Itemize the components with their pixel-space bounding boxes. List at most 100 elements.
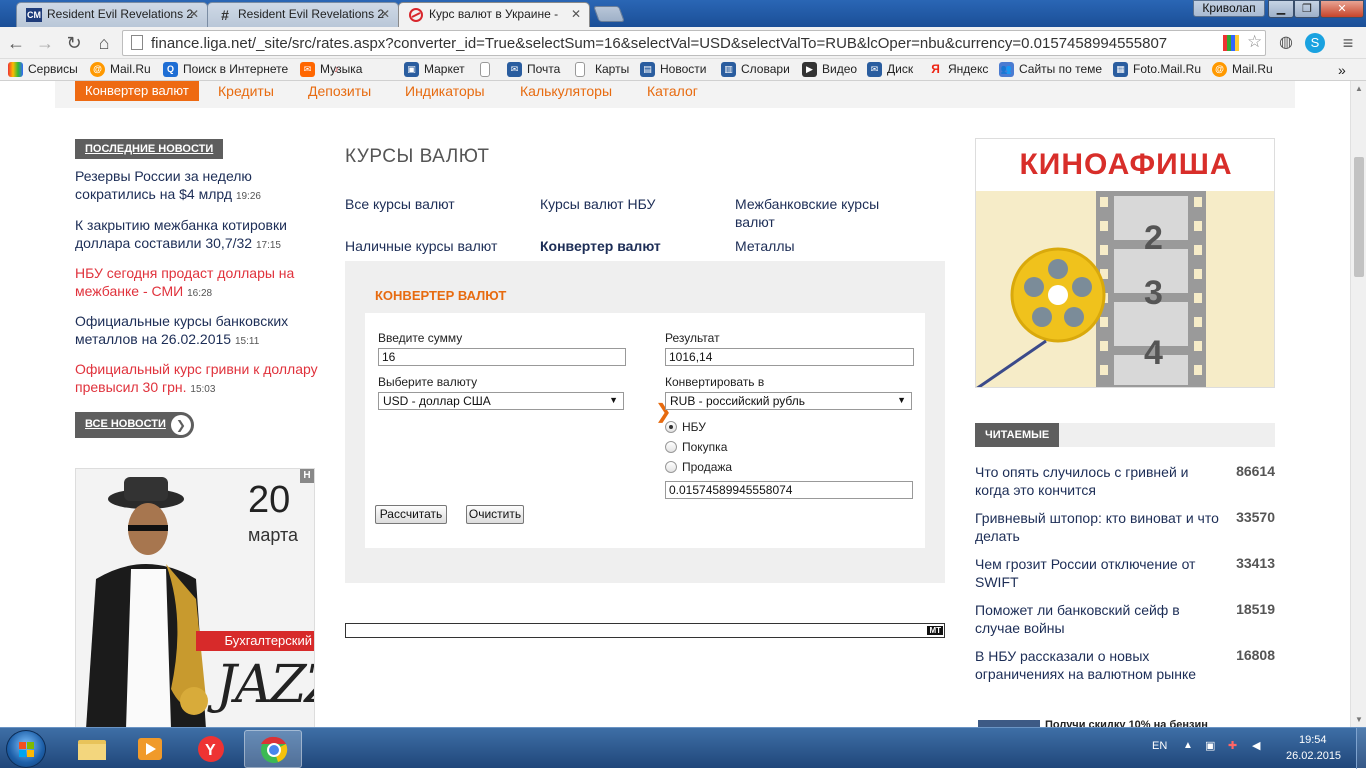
yandex-browser-taskbar-icon[interactable]: Y (182, 730, 240, 768)
home-icon[interactable]: ⌂ (92, 31, 116, 55)
news-item[interactable]: Официальные курсы банковских металлов на… (75, 312, 320, 351)
radio-sell[interactable]: Продажа (665, 460, 732, 474)
most-read-item[interactable]: Гривневый штопор: кто виноват и что дела… (975, 509, 1225, 545)
flag-icon[interactable]: ✚ (1228, 739, 1237, 752)
tab-resident-evil-2[interactable]: # Resident Evil Revelations 2 ✕ (207, 2, 399, 27)
bookmark-mailru-2[interactable]: @ Mail.Ru (1212, 62, 1273, 77)
language-indicator[interactable]: EN (1152, 740, 1167, 752)
bookmark-disk[interactable]: ✉ Диск (867, 62, 913, 77)
news-title[interactable]: Резервы России за неделю сократились на … (75, 168, 252, 202)
menu-icon[interactable]: ≡ (1336, 31, 1360, 55)
bookmark-maps[interactable]: Карты (575, 62, 629, 77)
nav-item-credits[interactable]: Кредиты (218, 83, 274, 99)
sum-input[interactable]: 16 (378, 348, 626, 366)
minimize-button[interactable]: ▁ (1268, 0, 1294, 18)
news-item[interactable]: НБУ сегодня продаст доллары на межбанке … (75, 264, 320, 303)
url-text[interactable]: finance.liga.net/_site/src/rates.aspx?co… (151, 35, 1221, 52)
bookmark-search[interactable]: Q Поиск в Интернете (163, 62, 288, 77)
kinoafisha-logo: КИНОАФИША (976, 139, 1274, 191)
maximize-button[interactable]: ❐ (1294, 0, 1320, 18)
bookmark-mailru[interactable]: @ Mail.Ru (90, 62, 151, 77)
rate-field[interactable]: 0.01574589945558074 (665, 481, 913, 499)
bookmark-video[interactable]: ▶ Видео (802, 62, 857, 77)
radio-unchecked-icon[interactable] (665, 441, 677, 453)
more-bookmarks-icon[interactable]: » (1338, 62, 1346, 78)
most-read-item[interactable]: Что опять случилось с гривней и когда эт… (975, 463, 1225, 499)
ad-strip[interactable]: MT (345, 623, 945, 638)
nav-item-converter[interactable]: Конвертер валют (75, 81, 199, 101)
media-player-taskbar-icon[interactable] (121, 730, 179, 768)
news-item[interactable]: Резервы России за неделю сократились на … (75, 167, 320, 206)
news-title[interactable]: НБУ сегодня продаст доллары на межбанке … (75, 265, 294, 299)
clock-date[interactable]: 26.02.2015 (1286, 750, 1341, 762)
most-read-item[interactable]: В НБУ рассказали о новых ограничениях на… (975, 647, 1225, 683)
network-icon[interactable]: ▣ (1205, 739, 1215, 752)
most-read-item[interactable]: Чем грозит России отключение от SWIFT (975, 555, 1225, 591)
bookmark-yandex[interactable]: Я Яндекс (928, 62, 988, 76)
kinoafisha-banner[interactable]: КИНОАФИША 2 3 4 (975, 138, 1275, 388)
globe-icon[interactable]: ◍ (1274, 31, 1298, 55)
scroll-up-arrow-icon[interactable]: ▲ (1355, 84, 1363, 93)
address-bar[interactable]: finance.liga.net/_site/src/rates.aspx?co… (122, 30, 1266, 56)
clock-time[interactable]: 19:54 (1299, 734, 1327, 746)
link-converter[interactable]: Конвертер валют (540, 237, 661, 255)
bookmark-news[interactable]: ▤ Новости (640, 62, 706, 77)
most-read-item[interactable]: Поможет ли банковский сейф в случае войн… (975, 601, 1225, 637)
scroll-down-arrow-icon[interactable]: ▼ (1355, 715, 1363, 724)
link-interbank-rates[interactable]: Межбанковские курсы валют (735, 195, 905, 231)
currency-select[interactable]: USD - доллар США ▼ (378, 392, 624, 410)
close-tab-icon[interactable]: ✕ (380, 7, 390, 21)
back-arrow-icon[interactable]: ← (4, 31, 28, 55)
page-icon (131, 35, 143, 50)
reload-icon[interactable]: ↻ (62, 31, 86, 55)
close-tab-icon[interactable]: ✕ (571, 7, 581, 21)
extension-icon[interactable] (1223, 35, 1239, 51)
bookmark-dictionaries[interactable]: ▥ Словари (721, 62, 790, 77)
profile-button[interactable]: Криволап (1193, 0, 1265, 17)
calculate-button[interactable]: Рассчитать (375, 505, 447, 524)
page-scrollbar[interactable]: ▲ ▼ (1350, 81, 1366, 727)
result-field[interactable]: 1016,14 (665, 348, 914, 366)
bookmark-foto-mailru[interactable]: ▦ Foto.Mail.Ru (1113, 62, 1201, 77)
nav-item-deposits[interactable]: Депозиты (308, 83, 371, 99)
scrollbar-thumb[interactable] (1354, 157, 1364, 277)
new-tab-button[interactable] (593, 6, 625, 22)
link-cash-rates[interactable]: Наличные курсы валют (345, 237, 497, 255)
nav-item-indicators[interactable]: Индикаторы (405, 83, 485, 99)
tab-currency-rates[interactable]: Курс валют в Украине - ✕ (398, 2, 590, 27)
promo-link[interactable]: Получи скидку 10% на бензин (1045, 719, 1208, 727)
convert-to-select[interactable]: RUB - российский рубль ▼ (665, 392, 912, 410)
jazz-ad-banner[interactable]: H 20 марта Бухгалтерский JAZZ (75, 468, 315, 727)
news-item[interactable]: К закрытию межбанка котировки доллара со… (75, 216, 320, 255)
chrome-taskbar-icon[interactable] (244, 730, 302, 768)
explorer-taskbar-icon[interactable] (62, 730, 120, 768)
nav-item-calculators[interactable]: Калькуляторы (520, 83, 612, 99)
skype-icon[interactable]: S (1305, 33, 1325, 53)
show-desktop-button[interactable] (1356, 728, 1366, 769)
nav-item-catalog[interactable]: Каталог (647, 83, 698, 99)
latest-news-tag[interactable]: ПОСЛЕДНИЕ НОВОСТИ (75, 139, 224, 159)
bookmark-star-icon[interactable]: ☆ (1247, 32, 1262, 52)
link-all-rates[interactable]: Все курсы валют (345, 195, 455, 213)
tab-resident-evil-1[interactable]: CM Resident Evil Revelations 2 ✕ (16, 2, 208, 27)
close-tab-icon[interactable]: ✕ (189, 7, 199, 21)
radio-buy[interactable]: Покупка (665, 440, 727, 454)
tray-expand-icon[interactable]: ▲ (1183, 740, 1193, 751)
radio-nbu[interactable]: НБУ (665, 420, 706, 434)
link-metals[interactable]: Металлы (735, 237, 795, 255)
all-news-button[interactable]: ВСЕ НОВОСТИ ❯ (75, 412, 194, 438)
start-button[interactable] (6, 730, 46, 768)
forward-arrow-icon[interactable]: → (33, 31, 57, 55)
clear-button[interactable]: Очистить (466, 505, 524, 524)
bookmark-market[interactable]: ▣ Маркет (404, 62, 465, 77)
radio-unchecked-icon[interactable] (665, 461, 677, 473)
link-nbu-rates[interactable]: Курсы валют НБУ (540, 195, 655, 213)
promo-thumbnail[interactable] (978, 720, 1040, 727)
close-window-button[interactable]: ✕ (1320, 0, 1364, 18)
radio-checked-icon[interactable] (665, 421, 677, 433)
news-item[interactable]: Официальный курс гривни к доллару превыс… (75, 360, 320, 399)
bookmark-mail[interactable]: ✉ Почта (507, 62, 560, 77)
bookmark-related-sites[interactable]: 👥 Сайты по теме (999, 62, 1102, 77)
volume-icon[interactable]: ◀ (1252, 739, 1260, 752)
bookmark-services[interactable]: Сервисы (8, 62, 78, 77)
